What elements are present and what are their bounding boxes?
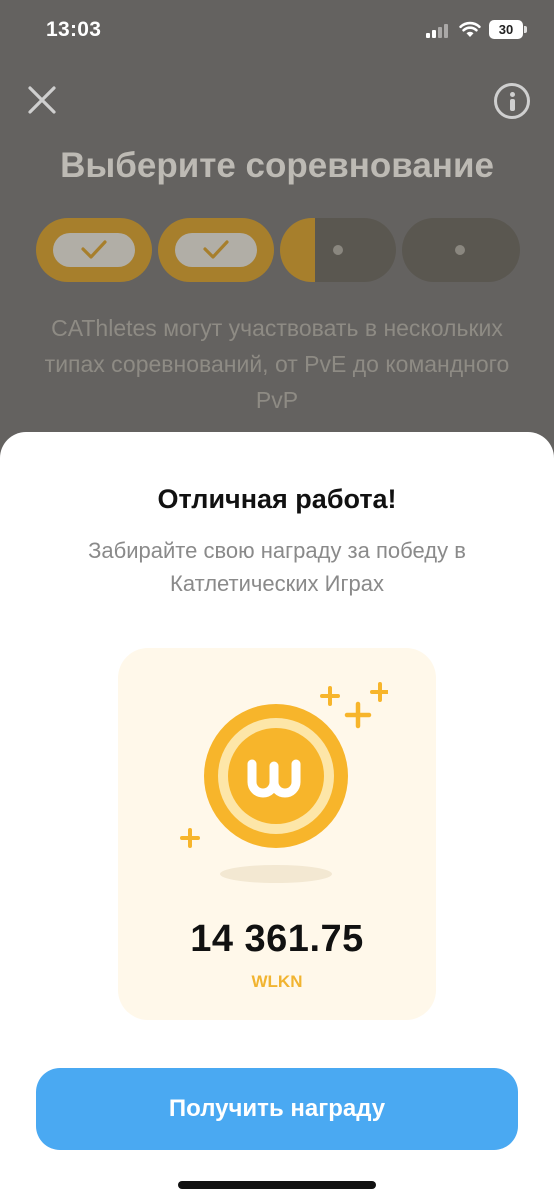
sparkle-icon — [320, 686, 372, 729]
progress-steps — [36, 218, 520, 282]
progress-step-3 — [280, 218, 396, 282]
sparkle-icon — [180, 828, 200, 848]
reward-card: 14 361.75 WLKN — [118, 648, 436, 1020]
check-icon — [81, 240, 107, 259]
cellular-signal-icon — [426, 24, 452, 38]
page-description: CAThletes могут участвовать в нескольких… — [44, 315, 510, 413]
claim-reward-button[interactable]: Получить награду — [36, 1068, 518, 1150]
sheet-title: Отличная работа! — [157, 484, 397, 514]
check-icon — [203, 240, 229, 259]
progress-step-4 — [402, 218, 520, 282]
reward-bottom-sheet: Отличная работа! Забирайте свою награду … — [0, 432, 554, 1200]
step-completed-pill — [175, 233, 257, 267]
sheet-subtitle: Забирайте свою награду за победу в Катле… — [88, 538, 466, 596]
reward-amount: 14 361.75 — [190, 918, 364, 960]
step-dot — [333, 245, 343, 255]
info-icon[interactable] — [494, 83, 530, 119]
progress-step-2 — [158, 218, 274, 282]
battery-cap — [524, 26, 527, 33]
status-bar: 13:03 30 — [0, 0, 554, 60]
wifi-icon — [459, 21, 481, 37]
page-title: Выберите соревнование — [60, 146, 494, 185]
reward-currency: WLKN — [251, 972, 303, 991]
status-time: 13:03 — [46, 18, 102, 41]
step-completed-pill — [53, 233, 135, 267]
home-indicator — [178, 1181, 376, 1189]
close-icon[interactable] — [26, 84, 58, 116]
step-dot — [455, 245, 465, 255]
battery-icon: 30 — [489, 20, 523, 39]
progress-step-1 — [36, 218, 152, 282]
